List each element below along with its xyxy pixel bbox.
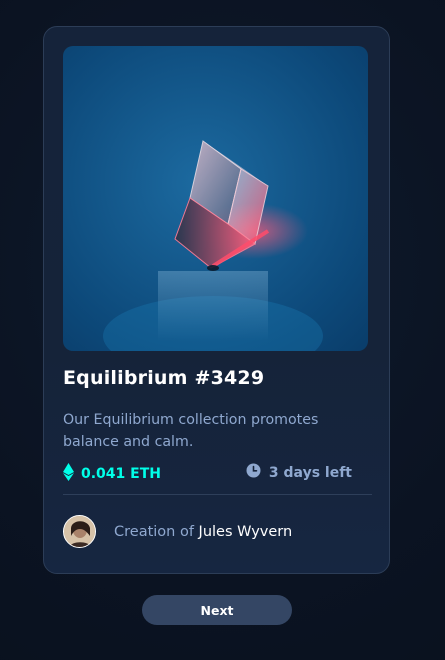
ethereum-icon <box>63 463 74 485</box>
nft-title[interactable]: Equilibrium #3429 <box>63 367 264 389</box>
nft-card: Equilibrium #3429 Our Equilibrium collec… <box>43 26 390 574</box>
price-block: 0.041 ETH <box>63 463 161 485</box>
creator-prefix: Creation of <box>114 523 199 540</box>
nft-image[interactable] <box>63 46 368 351</box>
time-left: 3 days left <box>268 464 352 481</box>
clock-icon <box>246 463 261 482</box>
next-button[interactable]: Next <box>142 595 292 625</box>
creator-text: Creation of Jules Wyvern <box>114 524 292 540</box>
avatar[interactable] <box>63 515 96 548</box>
divider <box>63 494 372 495</box>
creator-name[interactable]: Jules Wyvern <box>199 524 293 540</box>
crystal-cube-image <box>103 140 323 351</box>
price-value: 0.041 ETH <box>81 466 161 482</box>
time-block: 3 days left <box>246 463 352 482</box>
creator-row: Creation of Jules Wyvern <box>63 515 292 548</box>
nft-meta-row: 0.041 ETH 3 days left <box>63 463 372 485</box>
nft-description: Our Equilibrium collection promotes bala… <box>63 412 319 450</box>
